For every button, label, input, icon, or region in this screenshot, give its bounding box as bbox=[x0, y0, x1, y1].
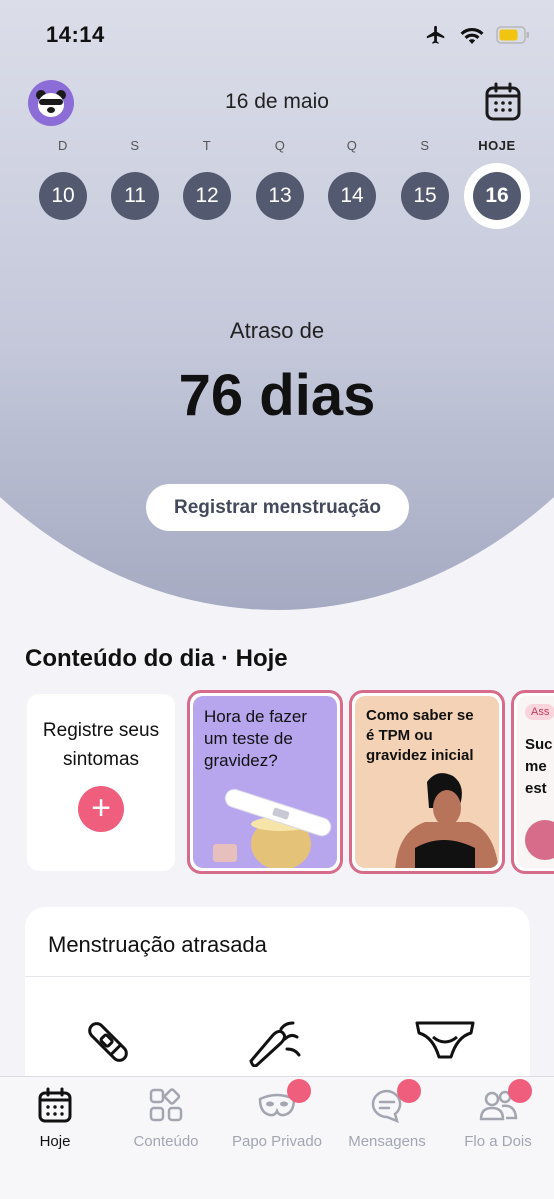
battery-icon bbox=[496, 26, 529, 44]
tab-label: Mensagens bbox=[348, 1133, 426, 1150]
day-letter-today: HOJE bbox=[478, 138, 516, 153]
log-symptoms-card[interactable]: Registre seus sintomas + bbox=[27, 694, 175, 871]
day-item[interactable]: Q 13 bbox=[244, 138, 316, 220]
story-card[interactable]: Hora de fazer um teste de gravidez? bbox=[187, 690, 343, 874]
day-letter: S bbox=[130, 138, 140, 153]
pregnancy-test-illustration bbox=[213, 788, 332, 868]
register-period-button[interactable]: Registrar menstruação bbox=[146, 484, 409, 531]
day-letter: D bbox=[58, 138, 68, 153]
date-title: 16 de maio bbox=[225, 90, 329, 113]
daily-content-title: Conteúdo do dia · Hoje bbox=[25, 645, 288, 672]
panel-title: Menstruação atrasada bbox=[48, 932, 267, 957]
day-number[interactable]: 11 bbox=[111, 172, 159, 220]
day-letter: S bbox=[420, 138, 430, 153]
tab-papo-privado[interactable]: Papo Privado bbox=[222, 1079, 332, 1150]
airplane-icon bbox=[426, 25, 445, 44]
tab-label: Conteúdo bbox=[133, 1133, 199, 1150]
day-item[interactable]: D 10 bbox=[27, 138, 99, 220]
tab-bar: Hoje Conteúdo Papo Privado Mensagens Flo… bbox=[0, 1076, 554, 1199]
partner-icon bbox=[478, 1079, 532, 1125]
divider bbox=[25, 976, 530, 977]
calendar-icon bbox=[35, 1085, 75, 1125]
chat-icon bbox=[367, 1079, 421, 1125]
story-text: Hora de fazer um teste de gravidez? bbox=[204, 707, 307, 770]
status-icons bbox=[424, 24, 530, 46]
story-text: Suc me est bbox=[525, 736, 553, 797]
notification-badge bbox=[287, 1079, 311, 1103]
day-letter: T bbox=[202, 138, 212, 153]
day-item[interactable]: S 11 bbox=[99, 138, 171, 220]
wifi-icon bbox=[460, 27, 484, 44]
tab-mensagens[interactable]: Mensagens bbox=[332, 1079, 442, 1150]
grid-icon bbox=[146, 1085, 186, 1125]
tab-hoje[interactable]: Hoje bbox=[0, 1085, 110, 1150]
status-bar: 14:14 bbox=[0, 0, 554, 70]
day-item[interactable]: Q 14 bbox=[316, 138, 388, 220]
story-tag: Ass bbox=[525, 704, 554, 720]
tab-label: Papo Privado bbox=[231, 1133, 323, 1150]
day-item-today[interactable]: HOJE 16 bbox=[461, 138, 533, 220]
day-number[interactable]: 14 bbox=[328, 172, 376, 220]
delay-value: 76 dias bbox=[178, 363, 376, 428]
day-letter: Q bbox=[346, 138, 358, 153]
header: 16 de maio bbox=[0, 78, 554, 128]
delay-label: Atraso de bbox=[229, 318, 325, 343]
day-letter: Q bbox=[274, 138, 286, 153]
add-symptoms-button[interactable]: + bbox=[78, 786, 124, 832]
story-card[interactable]: Como saber se é TPM ou gravidez inicial bbox=[349, 690, 505, 874]
vibrator-icon[interactable] bbox=[243, 1017, 303, 1067]
woman-illustration bbox=[395, 773, 499, 868]
story-text: Como saber se é TPM ou gravidez inicial bbox=[366, 707, 474, 764]
underwear-icon[interactable] bbox=[413, 1017, 477, 1061]
notification-badge bbox=[397, 1079, 421, 1103]
day-item[interactable]: S 15 bbox=[389, 138, 461, 220]
day-number-today[interactable]: 16 bbox=[473, 172, 521, 220]
pregnancy-test-icon[interactable] bbox=[83, 1017, 133, 1067]
story-image: Como saber se é TPM ou gravidez inicial bbox=[355, 696, 499, 868]
day-number[interactable]: 12 bbox=[183, 172, 231, 220]
day-number[interactable]: 15 bbox=[401, 172, 449, 220]
content-carousel[interactable]: Registre seus sintomas + Hora de fazer u… bbox=[0, 690, 554, 880]
day-number[interactable]: 10 bbox=[39, 172, 87, 220]
story-thumbnail bbox=[525, 820, 554, 860]
day-number[interactable]: 13 bbox=[256, 172, 304, 220]
day-item[interactable]: T 12 bbox=[171, 138, 243, 220]
tab-flo-a-dois[interactable]: Flo a Dois bbox=[443, 1079, 553, 1150]
calendar-button[interactable] bbox=[484, 82, 522, 122]
log-symptoms-label: Registre seus sintomas bbox=[42, 720, 160, 770]
status-time: 14:14 bbox=[46, 22, 105, 47]
tab-conteudo[interactable]: Conteúdo bbox=[111, 1085, 221, 1150]
tab-label: Flo a Dois bbox=[464, 1133, 532, 1150]
story-image: Hora de fazer um teste de gravidez? bbox=[193, 696, 337, 868]
tab-label: Hoje bbox=[39, 1133, 71, 1150]
notification-badge bbox=[508, 1079, 532, 1103]
story-card[interactable]: Ass Suc me est bbox=[511, 690, 554, 874]
story-image: Ass Suc me est bbox=[517, 696, 554, 868]
mask-icon bbox=[257, 1079, 311, 1125]
calendar-icon bbox=[485, 82, 521, 121]
